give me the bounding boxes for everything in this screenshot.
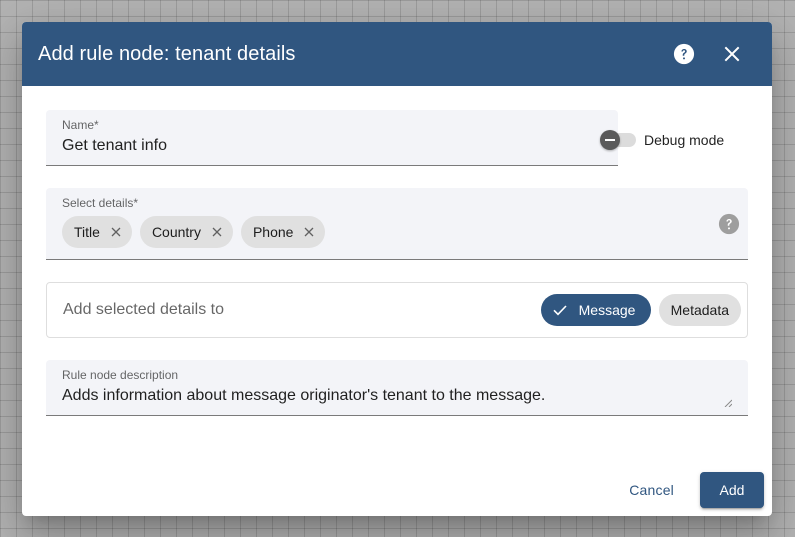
chip-list: Title Country Phone xyxy=(62,216,333,248)
toggle-track[interactable] xyxy=(600,130,636,150)
dialog-header: Add rule node: tenant details xyxy=(22,22,772,86)
cancel-button[interactable]: Cancel xyxy=(615,472,688,508)
toggle-message[interactable]: Message xyxy=(540,294,651,326)
dialog-title: Add rule node: tenant details xyxy=(38,42,296,65)
toggle-message-label: Message xyxy=(578,302,636,318)
name-field-value[interactable]: Get tenant info xyxy=(62,137,167,155)
dialog-body: Name* Get tenant info Debug mode Select … xyxy=(22,86,772,416)
remove-chip-icon[interactable] xyxy=(108,224,124,240)
chip-title[interactable]: Title xyxy=(62,216,132,248)
select-details-label: Select details* xyxy=(62,196,139,210)
toggle-thumb-minus-icon[interactable] xyxy=(600,130,620,150)
help-button[interactable] xyxy=(660,30,708,78)
close-icon xyxy=(724,46,740,62)
close-button[interactable] xyxy=(708,30,756,78)
debug-mode-toggle[interactable]: Debug mode xyxy=(600,130,725,150)
chip-label: Phone xyxy=(252,224,294,240)
debug-mode-label: Debug mode xyxy=(644,132,725,148)
help-circle-icon xyxy=(673,43,695,65)
description-label: Rule node description xyxy=(62,368,179,382)
remove-chip-icon[interactable] xyxy=(209,224,225,240)
chip-country[interactable]: Country xyxy=(139,216,233,248)
toggle-metadata[interactable]: Metadata xyxy=(658,294,741,326)
add-button[interactable]: Add xyxy=(700,472,764,508)
toggle-metadata-label: Metadata xyxy=(670,302,729,318)
description-value[interactable]: Adds information about message originato… xyxy=(62,387,545,405)
resize-handle-icon[interactable] xyxy=(724,399,732,407)
select-details-field[interactable]: Select details* Title Country Phone xyxy=(46,188,748,260)
field-help-icon[interactable] xyxy=(718,213,740,235)
description-field[interactable]: Rule node description Adds information a… xyxy=(46,360,748,416)
chip-label: Country xyxy=(151,224,201,240)
name-field[interactable]: Name* Get tenant info xyxy=(46,110,618,166)
dialog-actions: Cancel Add xyxy=(615,472,764,508)
add-details-to-label: Add selected details to xyxy=(63,301,224,318)
check-icon xyxy=(551,301,569,319)
remove-chip-icon[interactable] xyxy=(301,224,317,240)
chip-label: Title xyxy=(74,224,100,240)
rule-node-dialog: Add rule node: tenant details Name* Get … xyxy=(22,22,772,516)
name-field-label: Name* xyxy=(62,118,99,132)
add-details-to-group: Add selected details to Message Metadata xyxy=(46,282,748,338)
chip-phone[interactable]: Phone xyxy=(240,216,326,248)
